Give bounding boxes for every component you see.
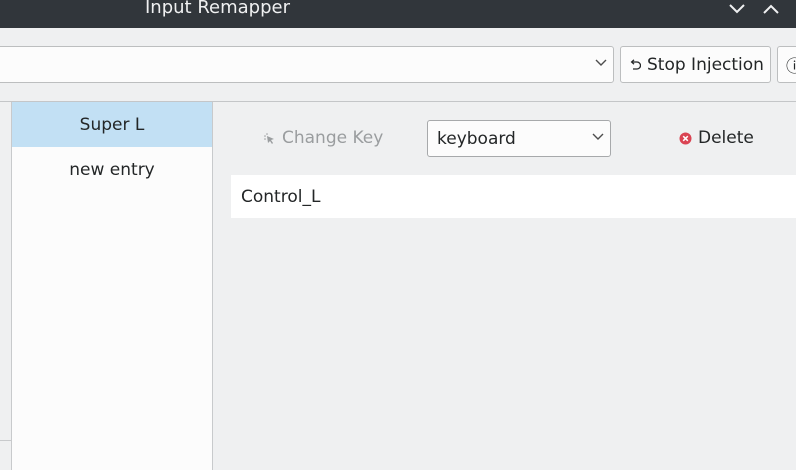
title-bar: Input Remapper [0, 0, 796, 28]
key-press-icon [263, 132, 276, 145]
list-item-label: Super L [79, 114, 145, 135]
chevron-up-icon [763, 4, 779, 14]
list-item-new-entry[interactable]: new entry [12, 147, 212, 192]
undo-arrow-icon [630, 58, 641, 70]
delete-circle-icon [679, 132, 692, 145]
stop-injection-label: Stop Injection [647, 54, 764, 75]
maximize-button[interactable] [760, 0, 782, 18]
output-symbol-input[interactable]: Control_L [231, 175, 796, 218]
chevron-down-icon [595, 59, 607, 66]
toolbar: Stop Injection ⓘ [0, 28, 796, 101]
target-type-select[interactable]: keyboard [427, 120, 611, 157]
stop-injection-button[interactable]: Stop Injection [620, 46, 771, 83]
change-key-button[interactable]: Change Key [263, 128, 383, 148]
info-button[interactable]: ⓘ [777, 46, 796, 83]
info-icon: ⓘ [786, 57, 796, 77]
list-item-label: new entry [69, 159, 155, 180]
change-key-label: Change Key [282, 128, 384, 148]
window-title: Input Remapper [145, 0, 290, 18]
key-mapping-list: Super L new entry [12, 102, 213, 470]
output-symbol-value: Control_L [241, 186, 321, 207]
divider [0, 440, 11, 441]
preset-select[interactable] [0, 46, 614, 83]
minimize-button[interactable] [726, 0, 748, 18]
list-item-super-l[interactable]: Super L [12, 102, 212, 147]
delete-button[interactable]: Delete [679, 128, 754, 148]
chevron-down-icon [592, 133, 604, 140]
chevron-down-icon [729, 4, 745, 14]
mapping-editor: Change Key keyboard Delete Control_L [213, 102, 796, 470]
delete-label: Delete [698, 128, 754, 148]
target-type-value: keyboard [437, 128, 516, 149]
device-list-edge [0, 102, 12, 470]
